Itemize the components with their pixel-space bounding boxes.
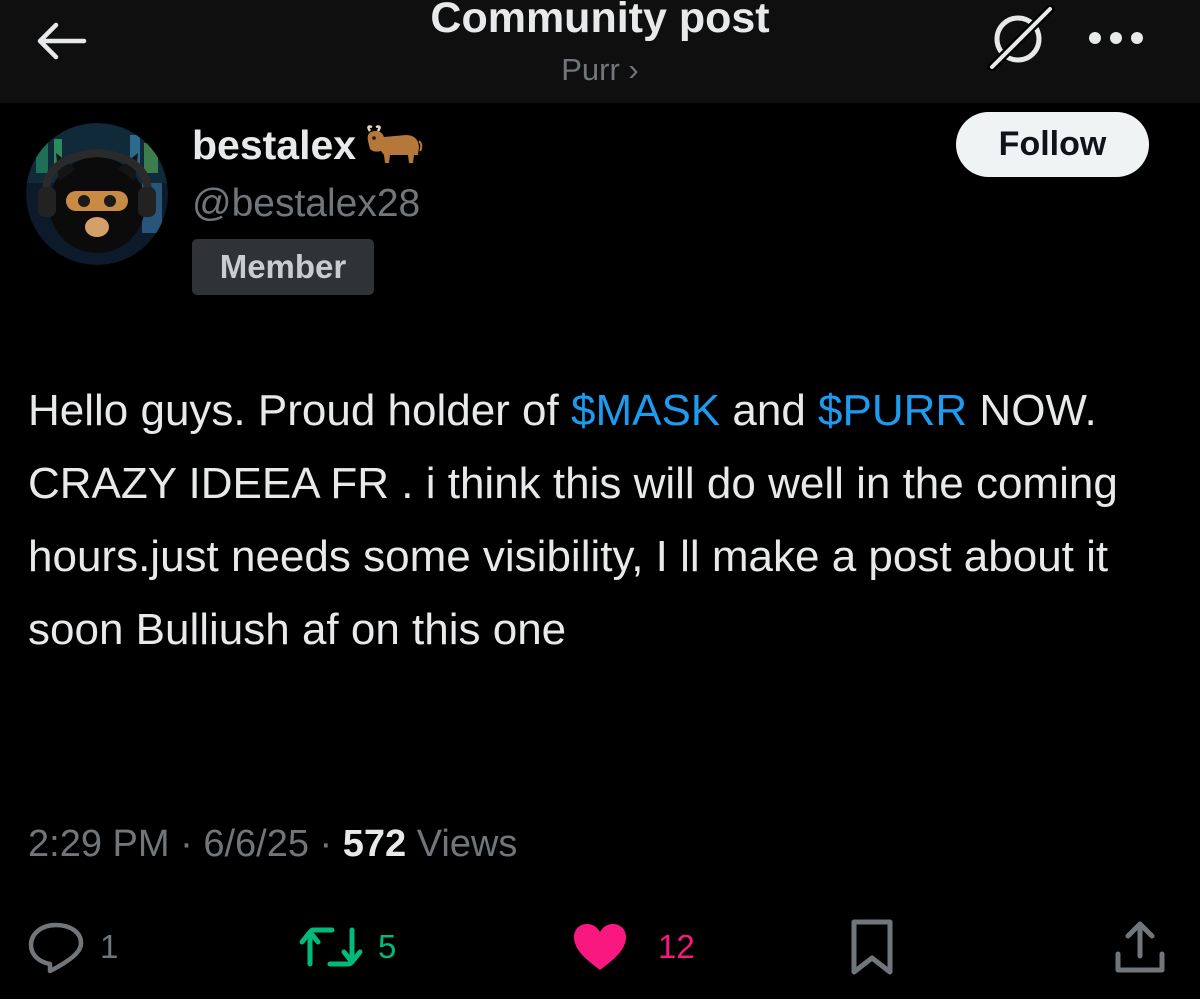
reply-icon (28, 922, 84, 974)
author-avatar[interactable] (26, 123, 168, 265)
share-button[interactable] (1112, 917, 1168, 977)
post-date[interactable]: 6/6/25 (203, 823, 309, 865)
views-label: Views (416, 823, 518, 865)
reply-button[interactable]: 1 (26, 917, 118, 977)
meta-separator: · (180, 823, 193, 865)
cashtag-mask[interactable]: $MASK (571, 386, 720, 435)
bookmark-icon (851, 919, 893, 975)
author-handle[interactable]: @bestalex28 (192, 179, 420, 229)
cashtag-purr[interactable]: $PURR (818, 386, 967, 435)
repost-count: 5 (378, 928, 397, 965)
like-count: 12 (658, 928, 695, 965)
post-text-part-1: Hello guys. Proud holder of (28, 386, 571, 435)
author-name-text: bestalex (192, 122, 357, 168)
post-text-part-2: and (720, 386, 819, 435)
heart-icon (574, 924, 626, 970)
reply-count: 1 (100, 928, 119, 965)
grok-button[interactable] (984, 4, 1056, 72)
post-time[interactable]: 2:29 PM (28, 823, 170, 865)
author-display-name[interactable]: bestalex (192, 119, 424, 171)
community-link[interactable]: Purr › (561, 52, 639, 87)
bookmark-button[interactable] (848, 917, 896, 977)
grok-icon (987, 5, 1055, 71)
like-button[interactable]: 12 (572, 917, 695, 977)
top-bar: Community post Purr › (0, 0, 1200, 103)
repost-button[interactable]: 5 (298, 917, 396, 977)
post-text: Hello guys. Proud holder of $MASK and $P… (28, 374, 1178, 666)
member-badge: Member (192, 239, 374, 295)
post-meta: 2:29 PM · 6/6/25 · 572 Views (28, 816, 517, 872)
more-horizontal-icon (1089, 32, 1143, 44)
masked-cat-avatar (26, 123, 168, 265)
ox-emoji-icon (362, 123, 424, 167)
meta-separator: · (319, 823, 333, 865)
views-count: 572 (342, 823, 407, 865)
follow-button[interactable]: Follow (956, 112, 1149, 177)
share-icon (1115, 921, 1165, 973)
repost-icon (299, 927, 363, 967)
more-options-button[interactable] (1080, 18, 1152, 58)
